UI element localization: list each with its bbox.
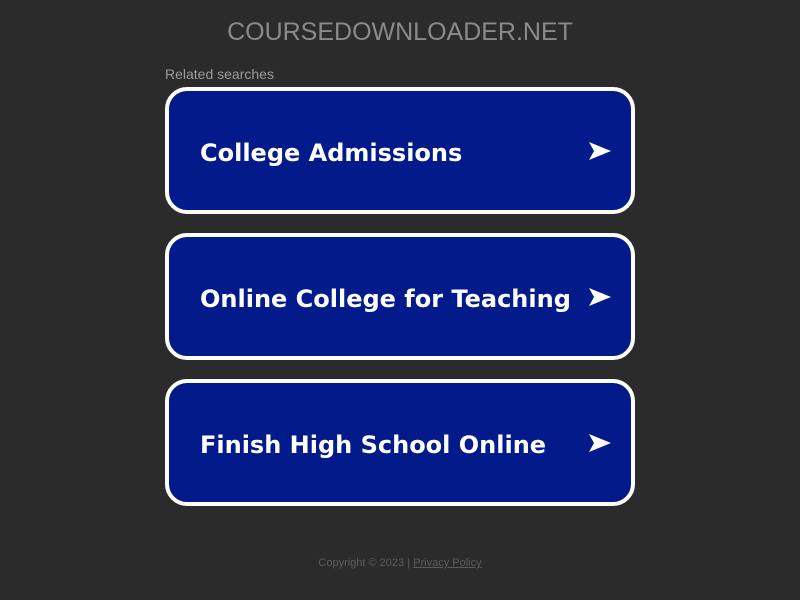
copyright-text: Copyright © 2023 <box>318 557 405 569</box>
related-search-link-college-admissions[interactable]: College Admissions <box>165 87 635 214</box>
arrow-right-icon <box>589 434 611 452</box>
related-search-link-finish-high-school-online[interactable]: Finish High School Online <box>165 379 635 506</box>
page: COURSEDOWNLOADER.NET Related searches Co… <box>0 0 800 600</box>
site-title: COURSEDOWNLOADER.NET <box>227 18 573 46</box>
related-searches-list: College Admissions Online College for Te… <box>165 87 635 525</box>
related-search-link-online-college-for-teaching[interactable]: Online College for Teaching <box>165 233 635 360</box>
related-search-label: College Admissions <box>200 139 463 167</box>
related-search-label: Online College for Teaching <box>200 285 571 313</box>
arrow-right-icon <box>589 288 611 306</box>
related-searches-label: Related searches <box>165 66 274 82</box>
footer-separator: | <box>407 557 411 569</box>
footer: Copyright © 2023 | Privacy Policy <box>0 556 800 570</box>
privacy-policy-link[interactable]: Privacy Policy <box>413 557 481 569</box>
related-search-label: Finish High School Online <box>200 431 547 459</box>
arrow-right-icon <box>589 142 611 160</box>
